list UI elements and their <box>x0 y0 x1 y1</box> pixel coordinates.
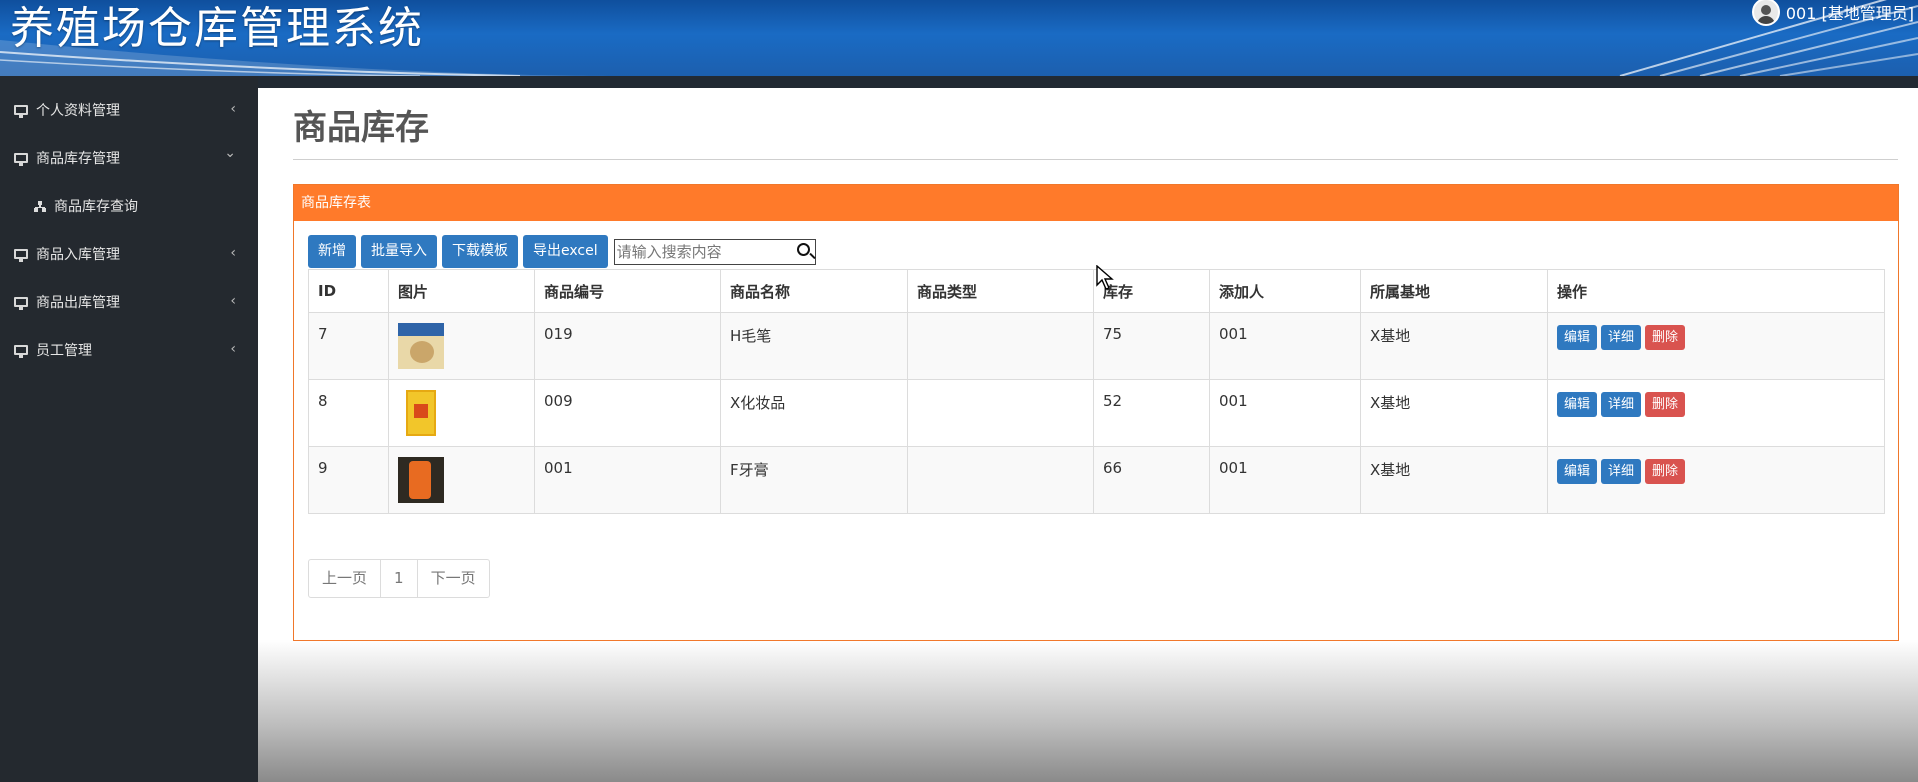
edit-button[interactable]: 编辑 <box>1557 392 1598 417</box>
cell-image <box>388 312 535 380</box>
page-number-button[interactable]: 1 <box>381 560 418 597</box>
sidebar-item-stock-out[interactable]: 商品出库管理 ‹ <box>0 278 258 326</box>
cell-code: 009 <box>534 379 721 447</box>
cell-type <box>907 446 1094 514</box>
monitor-icon <box>14 345 28 358</box>
search-input[interactable] <box>614 239 785 264</box>
cell-stock: 75 <box>1093 312 1210 380</box>
column-header-base[interactable]: 所属基地 <box>1360 269 1548 313</box>
mouse-cursor-icon <box>1096 265 1114 290</box>
sidebar-item-label: 员工管理 <box>36 343 92 359</box>
sidebar-item-inventory-query[interactable]: 商品库存查询 <box>0 182 258 230</box>
cell-actions: 编辑 详细 删除 <box>1547 312 1885 380</box>
sidebar-item-label: 商品入库管理 <box>36 247 120 263</box>
inventory-table: ID 图片 商品编号 商品名称 商品类型 库存 添加人 所属基地 操作 7 01… <box>308 269 1885 514</box>
cell-actions: 编辑 详细 删除 <box>1547 446 1885 514</box>
edit-button[interactable]: 编辑 <box>1557 459 1598 484</box>
cell-id: 8 <box>308 379 389 447</box>
sidebar-item-profile[interactable]: 个人资料管理 ‹ <box>0 86 258 134</box>
page-title: 商品库存 <box>293 108 429 148</box>
toolbar: 新增 批量导入 下载模板 导出excel <box>308 235 816 268</box>
column-header-id[interactable]: ID <box>308 269 389 313</box>
search-icon[interactable] <box>796 242 810 256</box>
batch-import-button[interactable]: 批量导入 <box>361 235 437 268</box>
sitemap-icon <box>34 200 46 212</box>
monitor-icon <box>14 105 28 118</box>
sidebar-item-stock-in[interactable]: 商品入库管理 ‹ <box>0 230 258 278</box>
panel-title: 商品库存表 <box>294 185 1898 221</box>
detail-button[interactable]: 详细 <box>1601 325 1642 350</box>
cell-image <box>388 379 535 447</box>
cell-type <box>907 379 1094 447</box>
chevron-left-icon: ‹ <box>230 245 236 261</box>
add-button[interactable]: 新增 <box>308 235 356 268</box>
detail-button[interactable]: 详细 <box>1601 459 1642 484</box>
cell-name: X化妆品 <box>720 379 908 447</box>
edit-button[interactable]: 编辑 <box>1557 325 1598 350</box>
cell-base: X基地 <box>1360 312 1548 380</box>
cell-stock: 52 <box>1093 379 1210 447</box>
sidebar-item-inventory[interactable]: 商品库存管理 ⌄ <box>0 134 258 182</box>
product-image[interactable] <box>406 390 436 436</box>
table-row: 7 019 H毛笔 75 001 X基地 编辑 详细 删除 <box>308 312 1885 380</box>
user-menu[interactable]: 001 [基地管理员] <box>1751 0 1914 26</box>
cell-type <box>907 312 1094 380</box>
app-title: 养殖场仓库管理系统 <box>10 3 424 54</box>
column-header-image[interactable]: 图片 <box>388 269 535 313</box>
delete-button[interactable]: 删除 <box>1645 392 1686 417</box>
prev-page-button[interactable]: 上一页 <box>309 560 382 597</box>
cell-added-by: 001 <box>1209 446 1361 514</box>
title-divider <box>293 159 1898 160</box>
sidebar-item-label: 商品出库管理 <box>36 295 120 311</box>
chevron-left-icon: ‹ <box>230 293 236 309</box>
header-divider <box>0 76 1918 88</box>
sidebar-item-label: 商品库存管理 <box>36 151 120 167</box>
product-image[interactable] <box>398 323 444 369</box>
cell-added-by: 001 <box>1209 312 1361 380</box>
column-header-actions: 操作 <box>1547 269 1885 313</box>
next-page-button[interactable]: 下一页 <box>418 560 489 597</box>
table-row: 9 001 F牙膏 66 001 X基地 编辑 详细 删除 <box>308 446 1885 514</box>
sidebar: 个人资料管理 ‹ 商品库存管理 ⌄ 商品库存查询 商品入库管理 ‹ 商品出库管理… <box>0 76 258 782</box>
cell-base: X基地 <box>1360 379 1548 447</box>
cell-stock: 66 <box>1093 446 1210 514</box>
delete-button[interactable]: 删除 <box>1645 325 1686 350</box>
app-header: 养殖场仓库管理系统 001 [基地管理员] <box>0 0 1918 76</box>
detail-button[interactable]: 详细 <box>1601 392 1642 417</box>
chevron-down-icon: ⌄ <box>224 145 236 161</box>
chevron-left-icon: ‹ <box>230 341 236 357</box>
sidebar-item-label: 商品库存查询 <box>54 199 138 215</box>
cell-id: 7 <box>308 312 389 380</box>
monitor-icon <box>14 153 28 166</box>
cell-name: H毛笔 <box>720 312 908 380</box>
monitor-icon <box>14 297 28 310</box>
cell-actions: 编辑 详细 删除 <box>1547 379 1885 447</box>
cell-code: 019 <box>534 312 721 380</box>
table-row: 8 009 X化妆品 52 001 X基地 编辑 详细 删除 <box>308 379 1885 447</box>
product-image[interactable] <box>398 457 444 503</box>
export-excel-button[interactable]: 导出excel <box>523 235 608 268</box>
cell-code: 001 <box>534 446 721 514</box>
cell-name: F牙膏 <box>720 446 908 514</box>
sidebar-item-staff[interactable]: 员工管理 ‹ <box>0 326 258 374</box>
avatar[interactable] <box>1751 0 1780 26</box>
user-label[interactable]: 001 [基地管理员] <box>1786 0 1914 24</box>
cell-base: X基地 <box>1360 446 1548 514</box>
column-header-name[interactable]: 商品名称 <box>720 269 908 313</box>
inventory-panel: 商品库存表 新增 批量导入 下载模板 导出excel ID 图片 商品编号 商品… <box>293 184 1899 641</box>
search-box <box>613 238 816 265</box>
cell-id: 9 <box>308 446 389 514</box>
cell-image <box>388 446 535 514</box>
column-header-type[interactable]: 商品类型 <box>907 269 1094 313</box>
column-header-code[interactable]: 商品编号 <box>534 269 721 313</box>
monitor-icon <box>14 249 28 262</box>
pagination: 上一页 1 下一页 <box>308 559 490 598</box>
sidebar-item-label: 个人资料管理 <box>36 103 120 119</box>
delete-button[interactable]: 删除 <box>1645 459 1686 484</box>
column-header-added-by[interactable]: 添加人 <box>1209 269 1361 313</box>
download-template-button[interactable]: 下载模板 <box>442 235 518 268</box>
cell-added-by: 001 <box>1209 379 1361 447</box>
chevron-left-icon: ‹ <box>230 101 236 117</box>
